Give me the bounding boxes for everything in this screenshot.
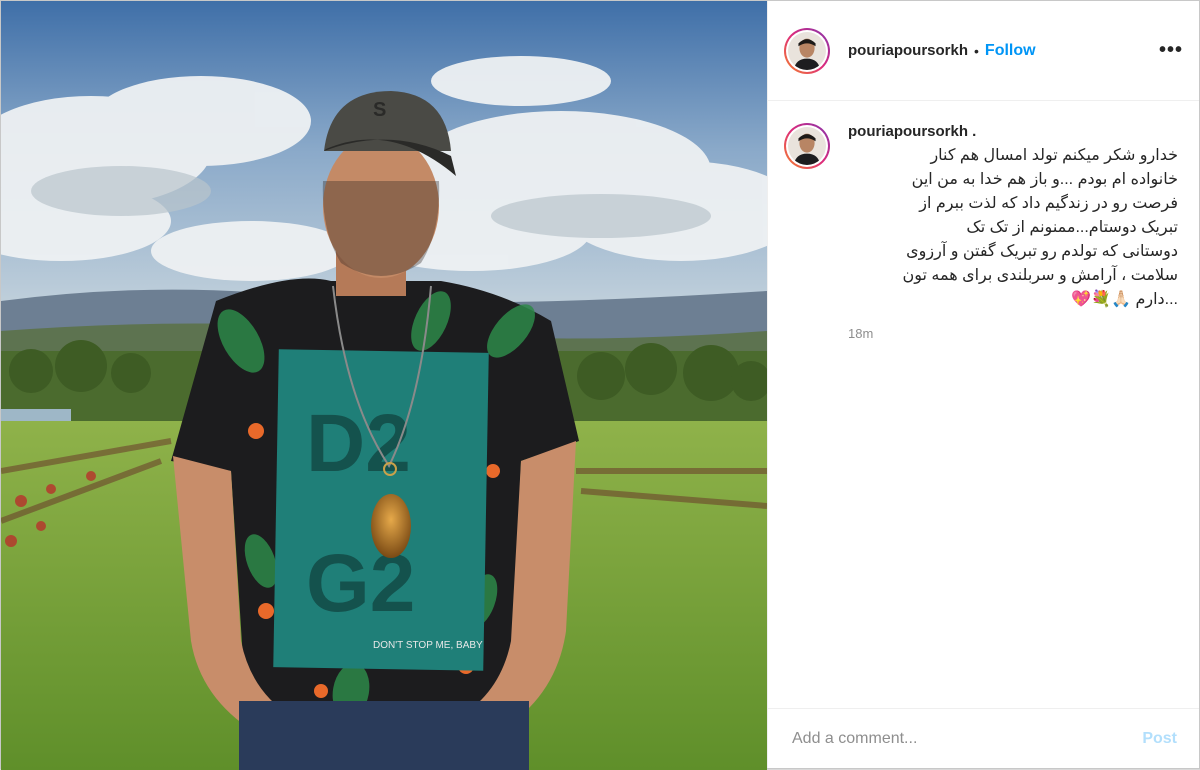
comment-bar: Post <box>768 708 1199 768</box>
post-photo[interactable]: D2 G2 DON'T STOP ME, BABY S <box>1 1 767 770</box>
photo-image: D2 G2 DON'T STOP ME, BABY S <box>1 1 767 770</box>
more-options-icon[interactable]: ••• <box>1159 39 1183 62</box>
header-username[interactable]: pouriapoursorkh <box>848 42 968 59</box>
cap-logo: S <box>373 99 386 121</box>
avatar-image <box>788 31 826 70</box>
caption-text: خدارو شکر میکنم تولد امسال هم کنار خانوا… <box>902 147 1178 308</box>
caption: pouriapoursorkh . خدارو شکر میکنم تولد ا… <box>784 123 1183 341</box>
instagram-post: D2 G2 DON'T STOP ME, BABY S pouriapourso… <box>0 0 1200 770</box>
caption-avatar[interactable] <box>784 123 830 169</box>
follow-button[interactable]: Follow <box>985 42 1036 60</box>
comments-section: pouriapoursorkh . خدارو شکر میکنم تولد ا… <box>768 101 1199 708</box>
post-sidebar: pouriapoursorkh • Follow ••• pouriapours… <box>767 1 1199 768</box>
post-header: pouriapoursorkh • Follow ••• <box>768 1 1199 101</box>
avatar[interactable] <box>784 27 830 74</box>
caption-body: pouriapoursorkh . خدارو شکر میکنم تولد ا… <box>848 123 1178 341</box>
comment-input[interactable] <box>790 728 1143 749</box>
post-timestamp[interactable]: 18m <box>848 326 1178 341</box>
shirt-print-top: D2 <box>306 398 411 489</box>
shirt-slogan: DON'T STOP ME, BABY <box>373 640 483 651</box>
post-comment-button[interactable]: Post <box>1142 730 1177 748</box>
caption-username[interactable]: pouriapoursorkh . <box>848 123 1178 140</box>
separator-dot: • <box>974 42 979 59</box>
caption-avatar-image <box>788 127 826 165</box>
